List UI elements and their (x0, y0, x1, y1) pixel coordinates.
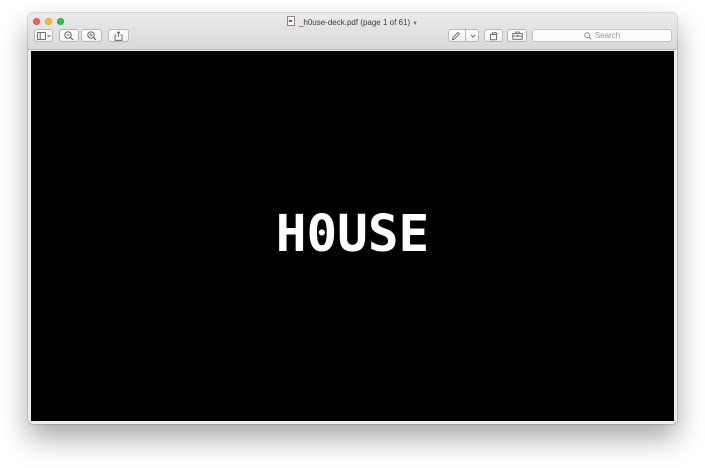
search-input[interactable]: Search (532, 29, 672, 42)
rotate-icon (489, 31, 498, 40)
search-placeholder: Search (594, 31, 621, 40)
toolbox-button[interactable] (507, 29, 527, 42)
share-icon (114, 30, 123, 41)
rotate-button[interactable] (484, 29, 503, 42)
zoom-out-icon (64, 30, 74, 40)
toolbox-icon (511, 31, 523, 40)
window-title-text: _h0use-deck.pdf (page 1 of 61) (298, 18, 411, 27)
pdf-page[interactable]: H0USE (31, 51, 674, 421)
page-title: H0USE (275, 205, 430, 264)
share-button[interactable] (108, 29, 129, 42)
title-bar: _h0use-deck.pdf (page 1 of 61) ▼ Search (28, 13, 677, 50)
sidebar-toggle-button[interactable] (34, 29, 53, 42)
zoom-in-icon (86, 30, 96, 40)
divider (465, 30, 466, 41)
markup-button[interactable] (448, 29, 479, 42)
markup-pen-icon (452, 31, 461, 40)
chevron-down-icon (470, 34, 476, 38)
preview-window: _h0use-deck.pdf (page 1 of 61) ▼ Search … (28, 13, 677, 424)
sidebar-icon (36, 31, 51, 40)
pdf-document-icon (286, 16, 295, 26)
window-title[interactable]: _h0use-deck.pdf (page 1 of 61) ▼ (28, 16, 677, 30)
zoom-out-button[interactable] (59, 29, 79, 42)
zoom-in-button[interactable] (81, 29, 102, 42)
search-icon (584, 31, 592, 40)
chevron-down-icon: ▼ (412, 21, 419, 27)
